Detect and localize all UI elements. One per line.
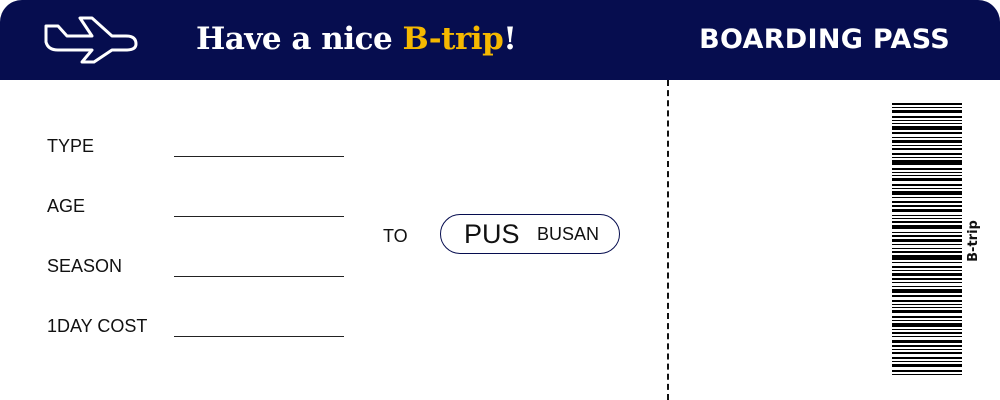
barcode-bar [892, 310, 962, 313]
barcode-bar [892, 329, 962, 330]
barcode-bar [892, 304, 962, 305]
barcode-bar [892, 364, 962, 367]
type-field[interactable] [174, 156, 344, 157]
barcode-bar [892, 248, 962, 249]
barcode-bar [892, 107, 962, 108]
barcode-bar [892, 286, 962, 287]
type-label: TYPE [47, 136, 95, 156]
barcode-icon [892, 103, 962, 375]
barcode-bar [892, 184, 962, 186]
airplane-icon [44, 16, 138, 64]
barcode-bar [892, 172, 962, 173]
ticket-header: Have a nice B-trip! BOARDING PASS [0, 0, 1000, 80]
barcode-bar [892, 153, 962, 155]
greeting-text: Have a nice B-trip! [196, 19, 517, 59]
boarding-pass-title: BOARDING PASS [699, 24, 950, 55]
barcode-bar [892, 266, 962, 268]
barcode-bar [892, 145, 962, 146]
barcode-bar [892, 148, 962, 150]
season-label: SEASON [47, 256, 123, 276]
age-field[interactable] [174, 216, 344, 217]
barcode-bar [892, 191, 962, 195]
barcode-bar [892, 357, 962, 359]
barcode-bar [892, 323, 962, 327]
barcode-bar [892, 218, 962, 219]
barcode-bar [892, 137, 962, 138]
barcode-bar [892, 307, 962, 308]
barcode-bar [892, 332, 962, 334]
barcode-bar [892, 197, 962, 198]
barcode-bar [892, 168, 962, 170]
barcode-bar [892, 352, 962, 354]
barcode-bar [892, 132, 962, 134]
barcode-bar [892, 239, 962, 242]
barcode-bar [892, 120, 962, 121]
barcode-bar [892, 270, 962, 271]
greeting-suffix: ! [503, 21, 517, 57]
barcode-bar [892, 205, 962, 207]
age-label: AGE [47, 196, 86, 216]
barcode-bar [892, 110, 962, 113]
barcode-bar [892, 178, 962, 181]
day-cost-label: 1DAY COST [47, 316, 148, 336]
barcode-bar [892, 262, 962, 263]
barcode-bar [892, 221, 962, 223]
barcode-bar [892, 361, 962, 362]
barcode-bar [892, 215, 962, 216]
barcode-label: B-trip [966, 220, 981, 262]
greeting-prefix: Have a nice [196, 21, 403, 57]
barcode-bar [892, 201, 962, 203]
barcode-bar [892, 116, 962, 118]
perforation-line [667, 80, 669, 400]
greeting-brand: B-trip [402, 21, 504, 57]
barcode-bar [892, 374, 962, 375]
barcode-bar [892, 273, 962, 276]
barcode-bar [892, 370, 962, 372]
destination-city: BUSAN [537, 224, 600, 244]
barcode-bar [892, 160, 962, 165]
barcode-bar [892, 255, 962, 260]
barcode-bar [892, 282, 962, 283]
boarding-pass-ticket: Have a nice B-trip! BOARDING PASS TYPE A… [0, 0, 1000, 400]
barcode-bar [892, 349, 962, 350]
barcode-bar [892, 300, 962, 302]
day-cost-field[interactable] [174, 336, 344, 337]
to-label: TO [383, 226, 408, 246]
barcode-bar [892, 175, 962, 176]
barcode-bar [892, 103, 962, 105]
barcode-bar [892, 289, 962, 293]
barcode-bar [892, 336, 962, 337]
destination-badge: PUS BUSAN [440, 214, 620, 254]
barcode-bar [892, 340, 962, 343]
barcode-bar [892, 235, 962, 237]
barcode-bar [892, 188, 962, 189]
barcode-bar [892, 140, 962, 143]
barcode-bar [892, 320, 962, 321]
season-field[interactable] [174, 276, 344, 277]
barcode-bar [892, 157, 962, 158]
barcode-bar [892, 345, 962, 347]
barcode-bar [892, 295, 962, 297]
barcode-bar [892, 244, 962, 245]
barcode-bar [892, 232, 962, 233]
barcode-bar [892, 316, 962, 318]
barcode-bar [892, 251, 962, 253]
barcode-bar [892, 123, 962, 124]
barcode-bar [892, 126, 962, 130]
barcode-bar [892, 278, 962, 280]
barcode-bar [892, 225, 962, 229]
destination-code: PUS [464, 219, 520, 249]
barcode-bar [892, 209, 962, 212]
